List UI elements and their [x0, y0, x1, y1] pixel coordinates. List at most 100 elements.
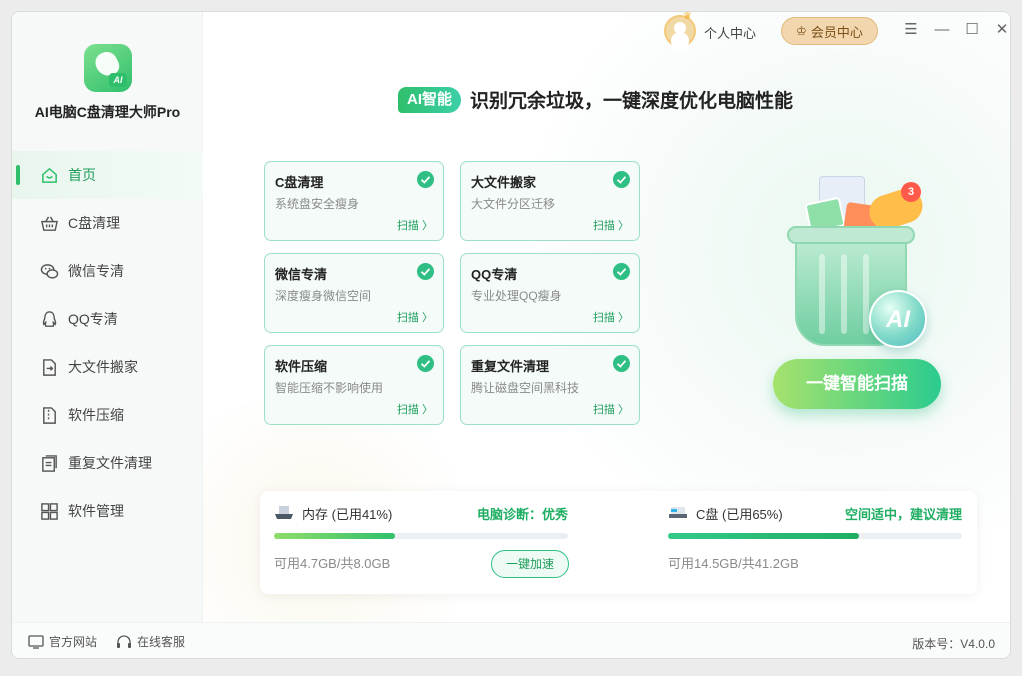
online-support-link[interactable]: 在线客服 — [116, 633, 185, 650]
check-icon — [417, 171, 434, 188]
app-title: AI电脑C盘清理大师Pro — [34, 104, 181, 120]
sidebar-item-label: 软件压缩 — [68, 407, 124, 423]
official-website-label: 官方网站 — [49, 635, 98, 649]
sidebar-item-label: QQ专清 — [68, 311, 118, 327]
online-support-label: 在线客服 — [137, 635, 186, 649]
menu-icon[interactable]: ☰ — [901, 20, 921, 40]
sidebar-item-compress[interactable]: 软件压缩 — [12, 391, 203, 439]
check-icon — [417, 263, 434, 280]
memory-progress-fill — [274, 533, 395, 539]
sidebar-item-home[interactable]: 首页 — [12, 151, 203, 199]
sidebar-item-label: 微信专清 — [68, 263, 124, 279]
wechat-icon — [39, 261, 59, 281]
notification-badge: 3 — [901, 182, 921, 202]
disk-icon — [669, 507, 687, 518]
check-icon — [613, 263, 630, 280]
check-icon — [613, 171, 630, 188]
check-icon — [613, 355, 630, 372]
card-wechat[interactable]: 微信专清 深度瘦身微信空间 扫描 〉 — [264, 253, 444, 333]
ai-orb-icon: AI — [869, 290, 927, 348]
sidebar-item-c-drive[interactable]: C盘清理 — [12, 199, 203, 247]
disk-progress-fill — [668, 533, 860, 539]
crown-icon: ♛ — [683, 12, 692, 22]
scan-link[interactable]: 扫描 〉 — [593, 401, 629, 417]
sidebar-item-label: 重复文件清理 — [68, 455, 152, 471]
memory-free: 可用4.7GB/共8.0GB — [274, 556, 391, 571]
card-desc: 大文件分区迁移 — [471, 197, 556, 211]
smart-scan-button[interactable]: 一键智能扫描 — [773, 359, 941, 409]
logo-ai-badge: AI — [109, 73, 127, 87]
file-move-icon — [39, 357, 59, 377]
card-title: 大文件搬家 — [471, 175, 537, 190]
vip-center-button[interactable]: ♔ 会员中心 — [781, 17, 878, 45]
sidebar-item-software[interactable]: 软件管理 — [12, 487, 203, 535]
memory-usage-label: 内存 (已用41%) — [302, 507, 393, 522]
disk-free: 可用14.5GB/共41.2GB — [668, 556, 799, 571]
official-website-link[interactable]: 官方网站 — [28, 633, 97, 650]
memory-icon — [275, 506, 293, 519]
memory-progress-bar — [274, 533, 568, 539]
system-status-panel: 内存 (已用41%) 电脑诊断：优秀 可用4.7GB/共8.0GB 一键加速 C… — [260, 491, 977, 594]
sidebar-item-duplicates[interactable]: 重复文件清理 — [12, 439, 203, 487]
crown-icon: ♔ — [796, 24, 807, 38]
vip-center-label: 会员中心 — [810, 24, 863, 40]
scan-link[interactable]: 扫描 〉 — [593, 217, 629, 233]
sidebar-item-label: C盘清理 — [68, 215, 121, 231]
card-title: C盘清理 — [275, 175, 324, 190]
card-c-drive[interactable]: C盘清理 系统盘安全瘦身 扫描 〉 — [264, 161, 444, 241]
scan-link[interactable]: 扫描 〉 — [397, 217, 433, 233]
sidebar-item-label: 软件管理 — [68, 503, 124, 519]
sidebar-item-wechat[interactable]: 微信专清 — [12, 247, 203, 295]
sidebar-nav: 首页 C盘清理 微信专清 QQ专清 大文件搬家 软件压缩 重复文件清理 软件管理 — [12, 151, 203, 535]
check-icon — [417, 355, 434, 372]
headset-icon — [117, 634, 131, 648]
card-compress[interactable]: 软件压缩 智能压缩不影响使用 扫描 〉 — [264, 345, 444, 425]
card-duplicates[interactable]: 重复文件清理 腾让磁盘空间黑科技 扫描 〉 — [460, 345, 640, 425]
zip-icon — [39, 405, 59, 425]
card-desc: 智能压缩不影响使用 — [275, 381, 384, 395]
maximize-icon[interactable]: ☐ — [962, 20, 982, 40]
app-logo: AI — [84, 44, 132, 92]
memory-status: 内存 (已用41%) 电脑诊断：优秀 可用4.7GB/共8.0GB 一键加速 — [274, 491, 569, 594]
card-large-files[interactable]: 大文件搬家 大文件分区迁移 扫描 〉 — [460, 161, 640, 241]
card-title: 重复文件清理 — [471, 359, 550, 374]
ai-smart-badge: AI智能 — [398, 86, 462, 113]
disk-status: C盘 (已用65%) 空间适中，建议清理 可用14.5GB/共41.2GB — [668, 491, 962, 594]
sidebar: AI AI电脑C盘清理大师Pro 首页 C盘清理 微信专清 QQ专清 大文件搬家… — [12, 12, 203, 622]
diagnosis-result: 电脑诊断：优秀 — [476, 507, 568, 522]
card-qq[interactable]: QQ专清 专业处理QQ瘦身 扫描 〉 — [460, 253, 640, 333]
disk-usage-label: C盘 (已用65%) — [696, 507, 783, 522]
headline: AI智能 识别冗余垃圾，一键深度优化电脑性能 — [398, 86, 793, 113]
scan-link[interactable]: 扫描 〉 — [397, 401, 433, 417]
disk-advice: 空间适中，建议清理 — [844, 507, 962, 522]
scan-link[interactable]: 扫描 〉 — [397, 309, 433, 325]
footer: 官方网站 在线客服 版本号：V4.0.0 — [12, 622, 1010, 658]
card-title: QQ专清 — [471, 267, 518, 282]
app-window: AI AI电脑C盘清理大师Pro 首页 C盘清理 微信专清 QQ专清 大文件搬家… — [11, 11, 1011, 659]
headline-text: 识别冗余垃圾，一键深度优化电脑性能 — [470, 91, 794, 112]
version-label: 版本号：V4.0.0 — [912, 637, 995, 651]
sidebar-item-qq[interactable]: QQ专清 — [12, 295, 203, 343]
sidebar-item-label: 大文件搬家 — [68, 359, 138, 375]
speed-up-button[interactable]: 一键加速 — [491, 550, 569, 578]
scan-link[interactable]: 扫描 〉 — [593, 309, 629, 325]
disk-progress-bar — [668, 533, 962, 539]
card-desc: 深度瘦身微信空间 — [275, 289, 372, 303]
monitor-icon — [28, 634, 44, 649]
card-title: 微信专清 — [275, 267, 328, 282]
card-desc: 专业处理QQ瘦身 — [471, 289, 562, 303]
duplicate-file-icon — [39, 453, 59, 473]
main-panel: ♛ 个人中心 ♔ 会员中心 ☰ — ☐ ✕ AI智能 识别冗余垃圾，一键深度优化… — [203, 12, 1010, 622]
minimize-icon[interactable]: — — [932, 20, 952, 40]
trash-bin-illustration: 3 AI — [771, 162, 931, 352]
personal-center-link[interactable]: 个人中心 — [704, 23, 756, 42]
qq-icon — [39, 309, 59, 329]
basket-icon — [39, 213, 59, 233]
apps-grid-icon — [39, 501, 59, 521]
close-icon[interactable]: ✕ — [992, 20, 1010, 40]
card-title: 软件压缩 — [275, 359, 328, 374]
card-desc: 系统盘安全瘦身 — [275, 197, 360, 211]
sidebar-item-label: 首页 — [68, 167, 96, 183]
card-desc: 腾让磁盘空间黑科技 — [471, 381, 580, 395]
sidebar-item-large-files[interactable]: 大文件搬家 — [12, 343, 203, 391]
